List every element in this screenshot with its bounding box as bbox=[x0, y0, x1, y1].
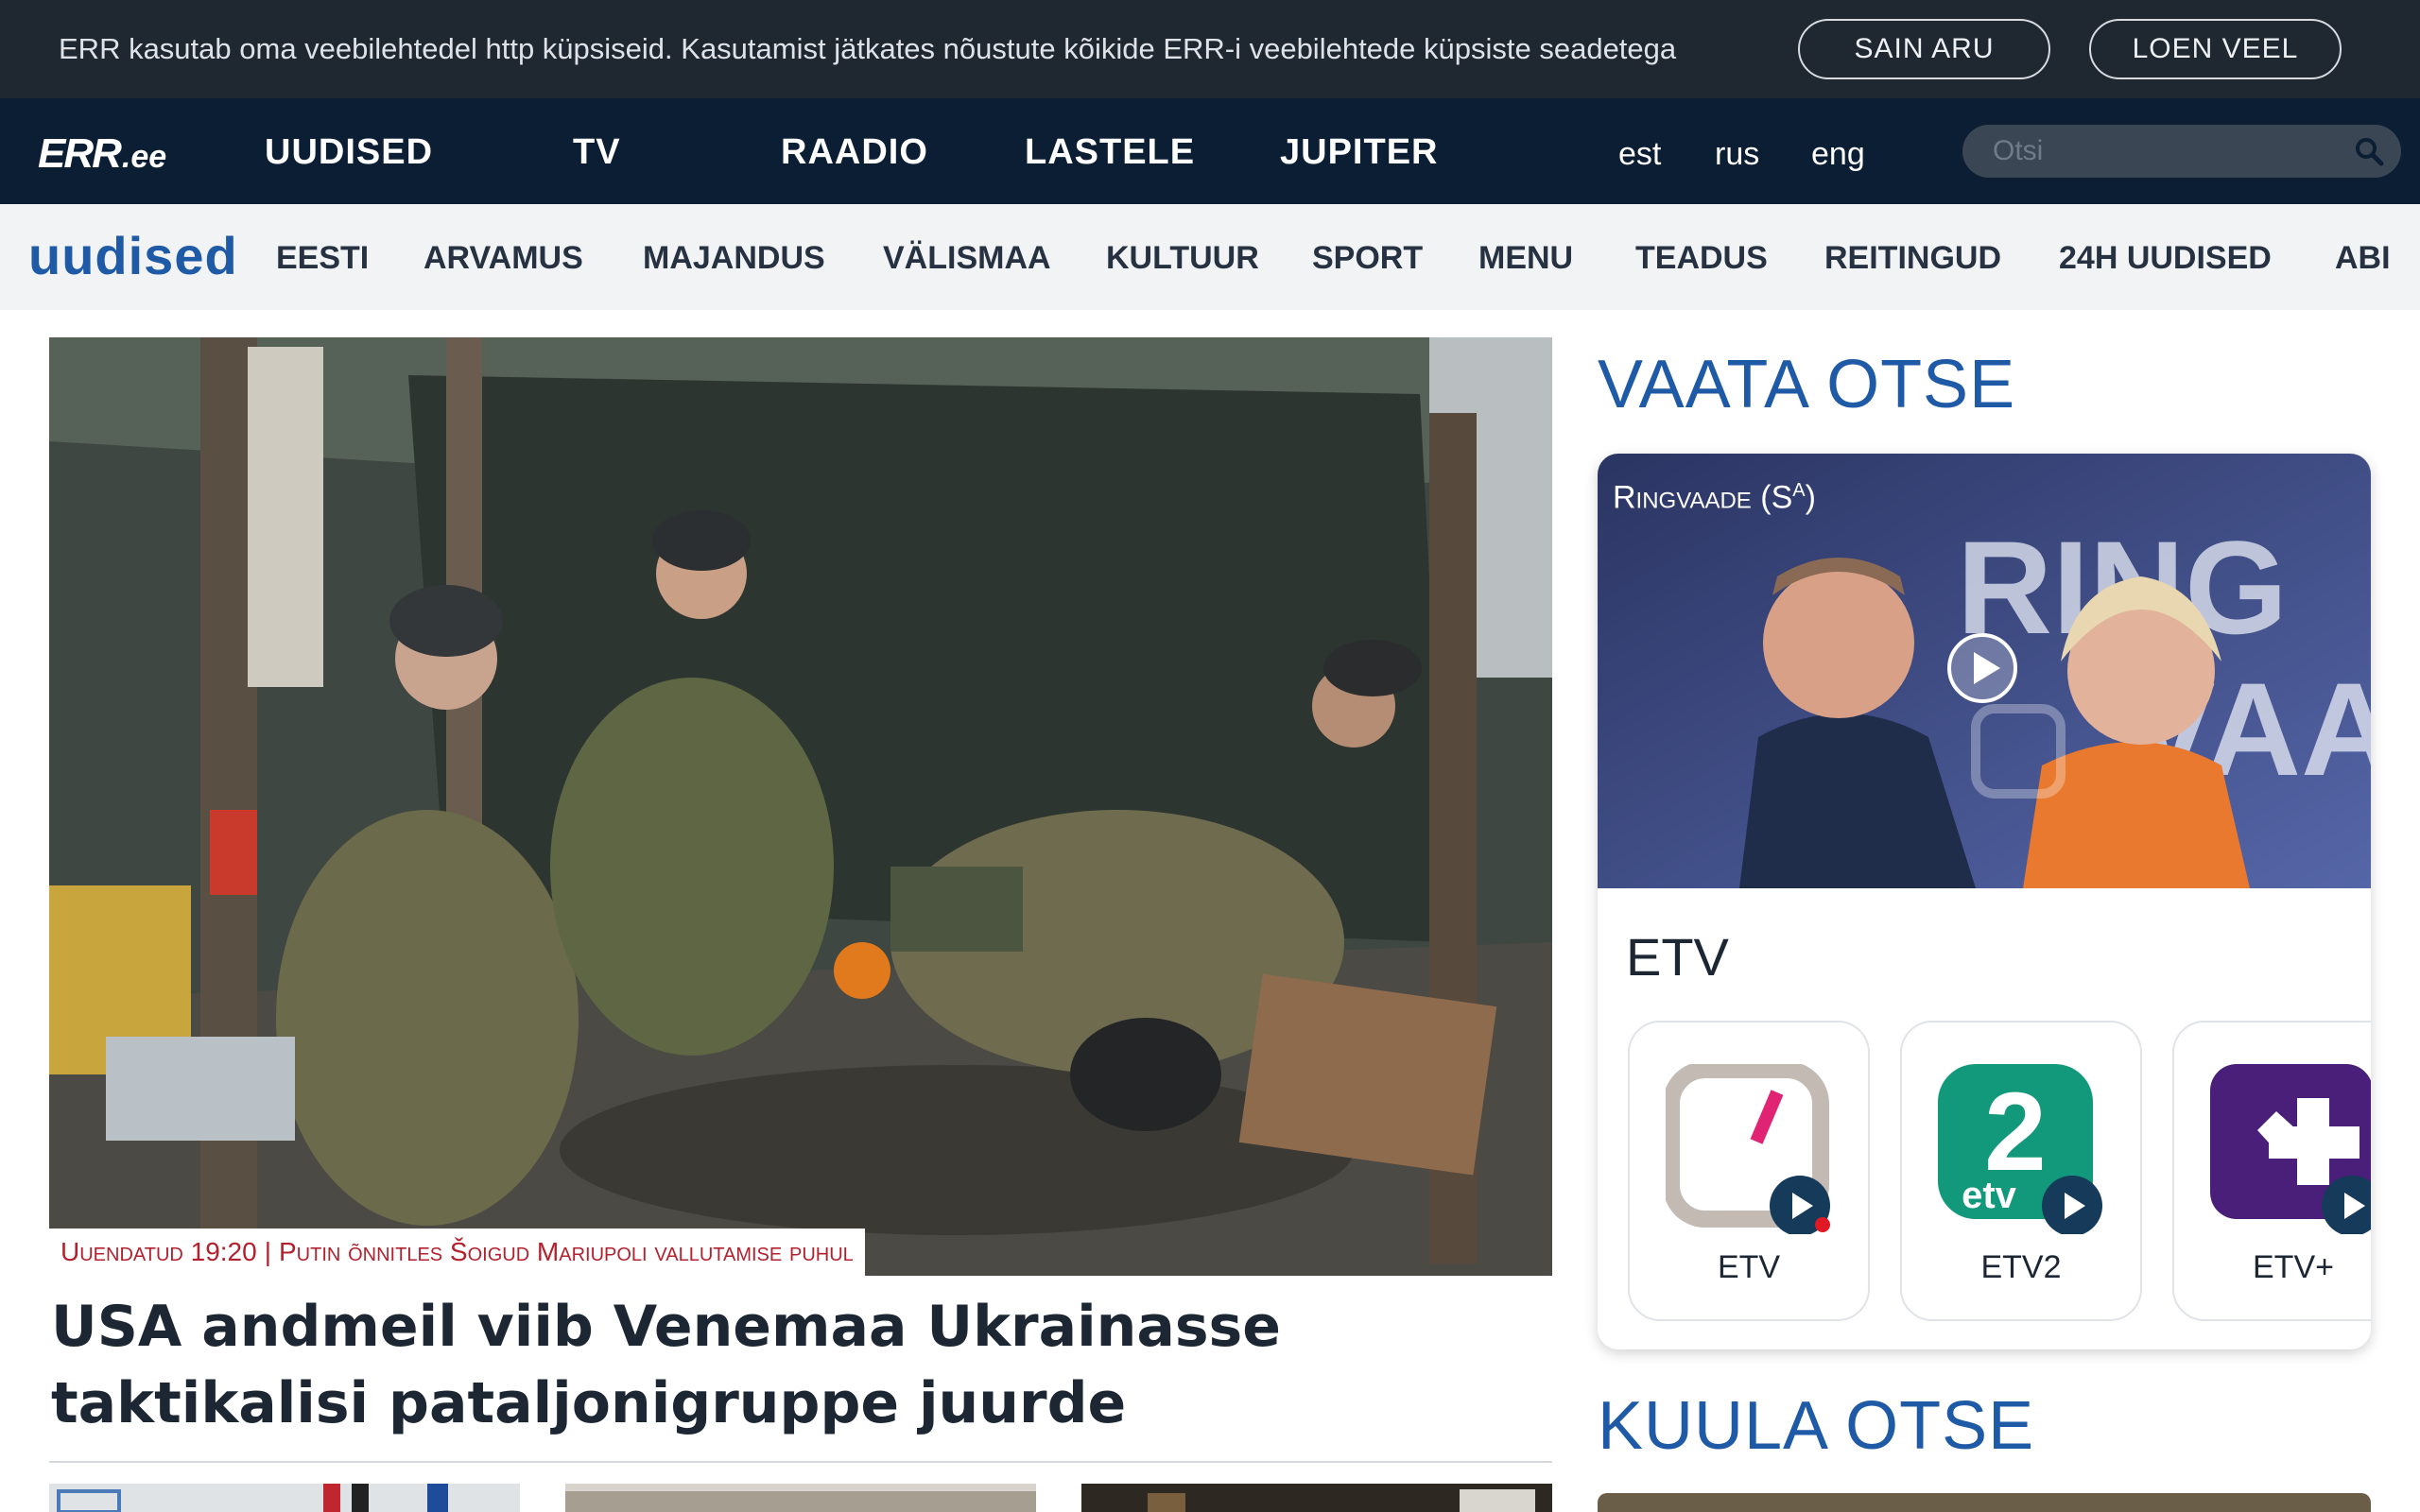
subnav-item-abi[interactable]: ABI bbox=[2335, 240, 2391, 277]
caption-separator: | bbox=[264, 1237, 271, 1266]
section-title[interactable]: uudised bbox=[28, 225, 238, 286]
etv2-logo-icon: 2 etv bbox=[1938, 1064, 2102, 1234]
cookie-banner: ERR kasutab oma veebilehtedel http küpsi… bbox=[0, 0, 2420, 98]
cookie-notice-text: ERR kasutab oma veebilehtedel http küpsi… bbox=[59, 32, 1677, 65]
search-input[interactable] bbox=[1993, 132, 2352, 170]
article-thumbnail[interactable] bbox=[1081, 1484, 1552, 1512]
language-eng[interactable]: eng bbox=[1811, 136, 1865, 173]
now-showing-label: Ringvaade (Sa) bbox=[1613, 472, 1816, 516]
selected-channel-name: ETV bbox=[1626, 927, 1729, 987]
svg-text:etv: etv bbox=[1962, 1175, 2017, 1216]
channel-label-etv2: ETV2 bbox=[1980, 1249, 2062, 1285]
play-icon[interactable] bbox=[1945, 631, 2019, 705]
language-rus[interactable]: rus bbox=[1715, 136, 1759, 173]
nav-item-raadio[interactable]: RAADIO bbox=[781, 132, 928, 173]
subnav-item-kultuur[interactable]: KULTUUR bbox=[1106, 240, 1259, 277]
main-navigation: ERR .ee UUDISED TV RAADIO LASTELE JUPITE… bbox=[0, 98, 2420, 204]
article-thumbnail[interactable] bbox=[49, 1484, 520, 1512]
hero-image-caption[interactable]: Uuendatud 19:20 | Putin õnnitles Šoigud … bbox=[49, 1228, 865, 1276]
subnav-item-sport[interactable]: SPORT bbox=[1312, 240, 1423, 277]
watch-live-title: VAATA OTSE bbox=[1598, 347, 2016, 422]
thumbnail-image bbox=[1081, 1484, 1552, 1512]
hero-article-image[interactable] bbox=[49, 337, 1552, 1276]
search-box bbox=[1962, 125, 2401, 178]
logo-suffix-text: .ee bbox=[121, 139, 167, 175]
channel-tile-etv[interactable]: ETV bbox=[1628, 1021, 1870, 1321]
live-tv-card: RING VAA Ringvaade (Sa) ETV ETV bbox=[1598, 454, 2371, 1349]
channel-label-etv: ETV bbox=[1717, 1249, 1781, 1285]
cookie-read-more-button[interactable]: LOEN VEEL bbox=[2089, 19, 2342, 79]
channel-tile-etv2[interactable]: 2 etv ETV2 bbox=[1900, 1021, 2142, 1321]
subnav-item-24h-uudised[interactable]: 24H UUDISED bbox=[2059, 240, 2272, 277]
thumbnail-image bbox=[565, 1484, 1036, 1512]
etv-logo-icon bbox=[1666, 1064, 1830, 1234]
cookie-accept-button[interactable]: SAIN ARU bbox=[1798, 19, 2050, 79]
subnav-item-valismaa[interactable]: VÄLISMAA bbox=[883, 240, 1051, 277]
listen-live-title: KUULA OTSE bbox=[1598, 1388, 2035, 1464]
language-est[interactable]: est bbox=[1618, 136, 1661, 173]
radio-preview-image[interactable] bbox=[1598, 1493, 2371, 1512]
hero-headline[interactable]: USA andmeil viib Venemaa Ukrainasse takt… bbox=[51, 1289, 1526, 1442]
thumbnail-image bbox=[57, 1484, 448, 1512]
article-thumbnail[interactable] bbox=[565, 1484, 1036, 1512]
caption-updated-time: Uuendatud 19:20 bbox=[60, 1237, 257, 1266]
err-logo[interactable]: ERR .ee bbox=[38, 130, 167, 177]
headline-divider bbox=[49, 1461, 1552, 1463]
subnav-item-majandus[interactable]: MAJANDUS bbox=[643, 240, 825, 277]
section-navigation: uudised EESTI ARVAMUS MAJANDUS VÄLISMAA … bbox=[0, 204, 2420, 310]
channel-label-etv-plus: ETV+ bbox=[2253, 1249, 2334, 1285]
etv-plus-logo-icon bbox=[2210, 1064, 2371, 1234]
subnav-item-teadus[interactable]: TEADUS bbox=[1635, 240, 1768, 277]
soldiers-photo bbox=[49, 337, 1552, 1276]
nav-item-tv[interactable]: TV bbox=[573, 132, 621, 173]
nav-item-jupiter[interactable]: JUPITER bbox=[1280, 132, 1438, 173]
logo-main-text: ERR bbox=[38, 130, 122, 177]
search-icon[interactable] bbox=[2354, 136, 2384, 166]
subnav-item-eesti[interactable]: EESTI bbox=[276, 240, 369, 277]
subnav-item-menu[interactable]: MENU bbox=[1478, 240, 1573, 277]
nav-item-lastele[interactable]: LASTELE bbox=[1025, 132, 1195, 173]
subnav-item-arvamus[interactable]: ARVAMUS bbox=[424, 240, 583, 277]
nav-item-uudised[interactable]: UUDISED bbox=[265, 132, 433, 173]
channel-tile-etv-plus[interactable]: ETV+ bbox=[2172, 1021, 2371, 1321]
live-video-preview[interactable]: RING VAA Ringvaade (Sa) bbox=[1598, 454, 2371, 888]
caption-related-headline: Putin õnnitles Šoigud Mariupoli vallutam… bbox=[278, 1237, 854, 1266]
subnav-item-reitingud[interactable]: REITINGUD bbox=[1824, 240, 2001, 277]
